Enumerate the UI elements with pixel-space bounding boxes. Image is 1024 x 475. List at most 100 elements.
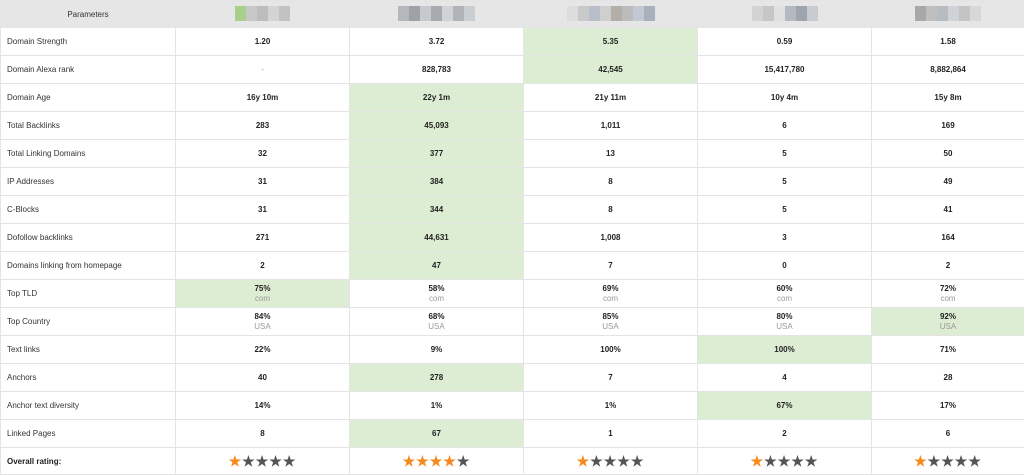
value-cell: 1% xyxy=(350,392,524,420)
cell-value: 21y 11m xyxy=(524,93,697,103)
best-value-cell: 5.35 xyxy=(524,28,698,56)
cell-value: 44,631 xyxy=(350,233,523,243)
value-cell: 1,008 xyxy=(524,224,698,252)
table-row: Top TLD75%com58%com69%com60%com72%com xyxy=(1,280,1024,308)
value-cell: 7 xyxy=(524,364,698,392)
cell-value: 17% xyxy=(872,401,1024,411)
blur-swatch xyxy=(611,6,622,21)
value-cell: 31 xyxy=(176,196,350,224)
cell-subvalue: com xyxy=(524,294,697,303)
cell-value: 47 xyxy=(350,261,523,271)
value-cell: 41 xyxy=(872,196,1024,224)
blur-swatch xyxy=(235,6,246,21)
cell-value: 2 xyxy=(872,261,1024,271)
rating-cell: ★★★★★ xyxy=(698,448,872,475)
cell-value: 8,882,864 xyxy=(872,65,1024,75)
cell-subvalue: USA xyxy=(176,322,349,331)
blur-swatch xyxy=(644,6,655,21)
value-cell: 1% xyxy=(524,392,698,420)
value-cell: 169 xyxy=(872,112,1024,140)
cell-value: 0.59 xyxy=(698,37,871,47)
blur-swatch xyxy=(959,6,970,21)
parameter-label: Top Country xyxy=(1,308,176,336)
cell-value: 9% xyxy=(350,345,523,355)
blur-swatch xyxy=(600,6,611,21)
cell-subvalue: com xyxy=(176,294,349,303)
value-cell: 271 xyxy=(176,224,350,252)
cell-value: 10y 4m xyxy=(698,93,871,103)
best-value-cell: 75%com xyxy=(176,280,350,308)
blur-swatch xyxy=(246,6,257,21)
cell-value: 100% xyxy=(698,345,871,355)
best-value-cell: 47 xyxy=(350,252,524,280)
value-cell: - xyxy=(176,56,350,84)
value-cell: 17% xyxy=(872,392,1024,420)
cell-value: 50 xyxy=(872,149,1024,159)
comparison-table-container: Parameters Domain Strength1.203.725.350.… xyxy=(0,0,1024,467)
blur-swatch xyxy=(578,6,589,21)
value-cell: 60%com xyxy=(698,280,872,308)
blurred-site-name xyxy=(752,6,818,21)
table-row: C-Blocks313448541 xyxy=(1,196,1024,224)
cell-value: 41 xyxy=(872,205,1024,215)
cell-value: 1,011 xyxy=(524,121,697,131)
blur-swatch xyxy=(268,6,279,21)
cell-value: 283 xyxy=(176,121,349,131)
table-row: Dofollow backlinks27144,6311,0083164 xyxy=(1,224,1024,252)
site-column-header[interactable] xyxy=(524,1,698,28)
blur-swatch xyxy=(633,6,644,21)
best-value-cell: 42,545 xyxy=(524,56,698,84)
cell-value: 67 xyxy=(350,429,523,439)
cell-value: 3 xyxy=(698,233,871,243)
parameter-label: Domain Age xyxy=(1,84,176,112)
blur-swatch xyxy=(915,6,926,21)
rating-cell: ★★★★★ xyxy=(524,448,698,475)
cell-value: 60% xyxy=(698,284,871,294)
cell-value: 84% xyxy=(176,312,349,322)
cell-value: 5 xyxy=(698,177,871,187)
parameter-label: Linked Pages xyxy=(1,420,176,448)
site-column-header[interactable] xyxy=(176,1,350,28)
blur-swatch xyxy=(589,6,600,21)
overall-rating-label: Overall rating: xyxy=(1,448,176,475)
value-cell: 1 xyxy=(524,420,698,448)
value-cell: 15y 8m xyxy=(872,84,1024,112)
rating-cell: ★★★★★ xyxy=(872,448,1024,475)
cell-value: 16y 10m xyxy=(176,93,349,103)
value-cell: 16y 10m xyxy=(176,84,350,112)
site-column-header[interactable] xyxy=(698,1,872,28)
cell-value: 45,093 xyxy=(350,121,523,131)
parameter-label: Total Linking Domains xyxy=(1,140,176,168)
site-column-header[interactable] xyxy=(350,1,524,28)
blur-swatch xyxy=(948,6,959,21)
table-body: Domain Strength1.203.725.350.591.58Domai… xyxy=(1,28,1024,475)
cell-subvalue: com xyxy=(698,294,871,303)
cell-value: 15,417,780 xyxy=(698,65,871,75)
cell-value: 32 xyxy=(176,149,349,159)
table-row: IP Addresses313848549 xyxy=(1,168,1024,196)
site-column-header[interactable] xyxy=(872,1,1024,28)
value-cell: 68%USA xyxy=(350,308,524,336)
parameter-label: IP Addresses xyxy=(1,168,176,196)
table-header: Parameters xyxy=(1,1,1024,28)
value-cell: 13 xyxy=(524,140,698,168)
parameter-label: Text links xyxy=(1,336,176,364)
value-cell: 71% xyxy=(872,336,1024,364)
cell-subvalue: USA xyxy=(698,322,871,331)
cell-value: 68% xyxy=(350,312,523,322)
best-value-cell: 92%USA xyxy=(872,308,1024,336)
value-cell: 58%com xyxy=(350,280,524,308)
overall-rating-row: Overall rating:★★★★★★★★★★★★★★★★★★★★★★★★★ xyxy=(1,448,1024,475)
cell-value: 7 xyxy=(524,261,697,271)
best-value-cell: 377 xyxy=(350,140,524,168)
value-cell: 164 xyxy=(872,224,1024,252)
cell-value: 278 xyxy=(350,373,523,383)
value-cell: 80%USA xyxy=(698,308,872,336)
cell-value: 14% xyxy=(176,401,349,411)
blur-swatch xyxy=(785,6,796,21)
star-rating: ★★★★★ xyxy=(577,454,645,468)
table-row: Linked Pages867126 xyxy=(1,420,1024,448)
best-value-cell: 384 xyxy=(350,168,524,196)
cell-value: 5.35 xyxy=(524,37,697,47)
value-cell: 0 xyxy=(698,252,872,280)
